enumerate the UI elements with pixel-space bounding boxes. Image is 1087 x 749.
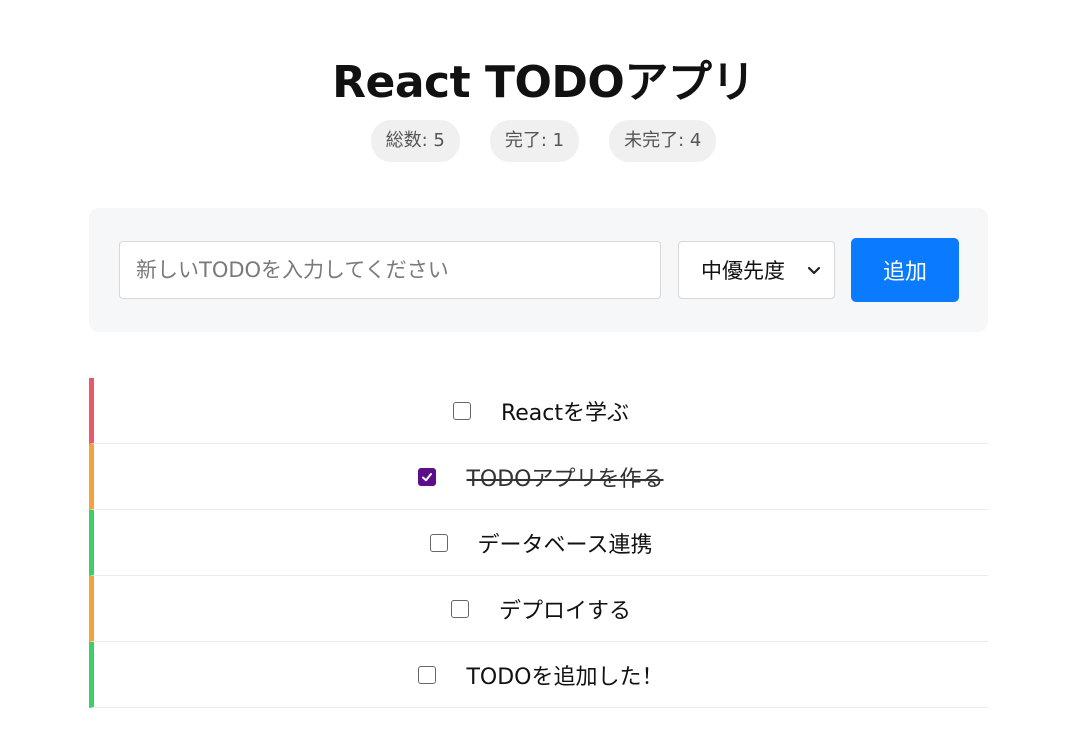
priority-select-value: 中優先度 xyxy=(701,259,785,283)
todo-list: Reactを学ぶ TODOアプリを作る データベース連携 デプロイする TODO… xyxy=(89,378,988,708)
stat-incomplete-badge: 未完了: 4 xyxy=(609,120,717,162)
stat-completed-badge: 完了: 1 xyxy=(489,120,580,162)
add-todo-panel: 中優先度 追加 xyxy=(89,208,988,332)
stat-total-badge: 総数: 5 xyxy=(370,120,460,162)
todo-input[interactable] xyxy=(119,241,661,299)
todo-checkbox[interactable] xyxy=(418,467,437,486)
todo-checkbox[interactable] xyxy=(450,599,469,618)
todo-item: デプロイする xyxy=(89,576,988,642)
todo-text: デプロイする xyxy=(498,598,631,624)
todo-item: Reactを学ぶ xyxy=(89,378,988,444)
todo-item: TODOを追加した！ xyxy=(89,642,988,708)
page-title: React TODOアプリ xyxy=(332,57,755,109)
todo-item: TODOアプリを作る xyxy=(89,444,988,510)
todo-text: Reactを学ぶ xyxy=(500,400,630,426)
chevron-down-icon xyxy=(807,266,821,275)
todo-text: データベース連携 xyxy=(477,532,653,558)
todo-checkbox[interactable] xyxy=(452,401,471,420)
stats-bar: 総数: 5 完了: 1 未完了: 4 xyxy=(0,120,1087,162)
todo-checkbox[interactable] xyxy=(429,533,448,552)
add-button[interactable]: 追加 xyxy=(851,238,959,302)
priority-select[interactable]: 中優先度 xyxy=(678,241,835,299)
check-icon xyxy=(422,472,433,481)
todo-text: TODOを追加した！ xyxy=(466,664,664,690)
todo-item: データベース連携 xyxy=(89,510,988,576)
todo-checkbox[interactable] xyxy=(418,665,437,684)
todo-text: TODOアプリを作る xyxy=(466,466,664,492)
